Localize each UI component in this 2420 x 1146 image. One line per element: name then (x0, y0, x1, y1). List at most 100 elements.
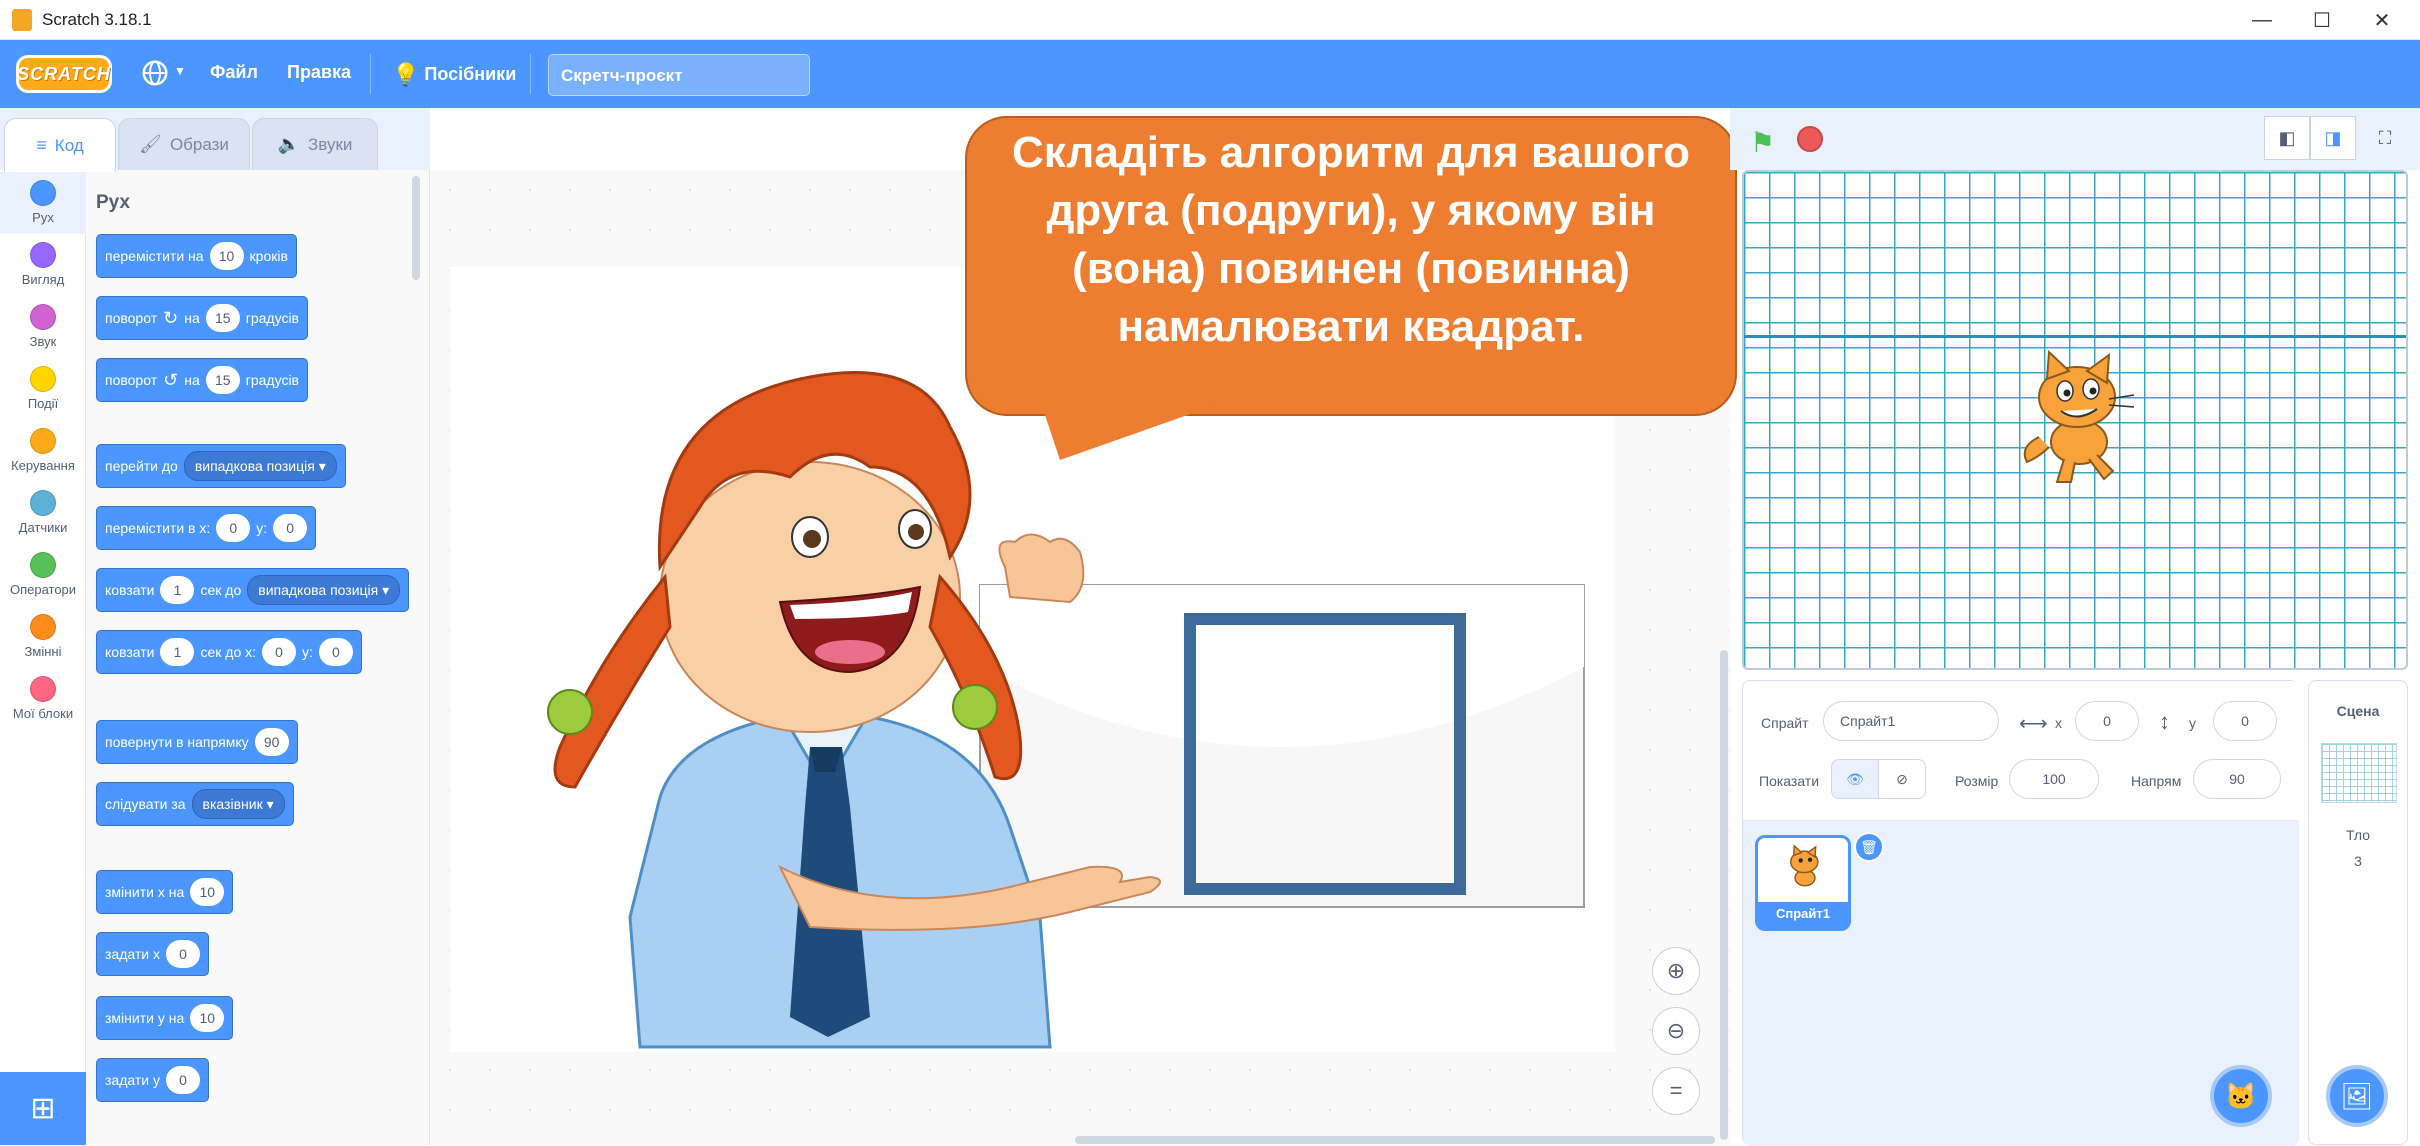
block-glide[interactable]: ковзати 1 сек до випадкова позиція ▾ (96, 568, 410, 612)
block-move-steps[interactable]: перемістити на 10 кроків (96, 234, 297, 278)
block-point-direction[interactable]: повернути в напрямку 90 (96, 720, 298, 764)
block-go-to[interactable]: перейти до випадкова позиція ▾ (96, 444, 346, 488)
block-input[interactable]: 10 (190, 878, 225, 906)
block-input[interactable]: 0 (262, 638, 297, 666)
category-events[interactable]: Події (0, 358, 86, 420)
size-label: Розмір (1955, 773, 1999, 789)
block-text: перемістити в x: (105, 520, 211, 536)
block-text: y: (302, 644, 313, 660)
language-menu[interactable]: ▼ (140, 58, 186, 93)
block-set-y[interactable]: задати у 0 (96, 1058, 209, 1102)
add-extension-button[interactable]: ⊞ (0, 1072, 86, 1145)
block-input[interactable]: 1 (160, 576, 195, 604)
category-motion[interactable]: Рух (0, 172, 86, 234)
block-glide-xy[interactable]: ковзати 1 сек до x: 0 y: 0 (96, 630, 362, 674)
delete-sprite-button[interactable]: 🗑 (1854, 832, 1884, 862)
block-input[interactable]: 1 (160, 638, 195, 666)
tab-sounds[interactable]: 🔈 Звуки (252, 118, 378, 170)
category-label: Оператори (9, 582, 77, 597)
normal-stage-button[interactable]: ◨ (2310, 116, 2356, 160)
block-text: поворот (105, 310, 158, 326)
workspace-vertical-scrollbar[interactable] (1720, 650, 1728, 1140)
block-input[interactable]: 10 (209, 242, 244, 270)
block-text: задати х (105, 946, 160, 962)
zoom-out-button[interactable]: ⊖ (1652, 1007, 1700, 1055)
block-point-towards[interactable]: слідувати за вказівник ▾ (96, 782, 294, 826)
block-input[interactable]: 15 (205, 304, 240, 332)
fullscreen-button[interactable]: ⛶ (2362, 116, 2408, 160)
zoom-reset-button[interactable]: = (1652, 1067, 1700, 1115)
category-my-blocks[interactable]: Мої блоки (0, 668, 86, 730)
sprite-thumbnail[interactable]: Спрайт1 🗑 (1755, 832, 1884, 931)
green-flag-icon[interactable]: ⚑ (1750, 126, 1775, 159)
grid-axis-line (1744, 335, 2406, 338)
minimize-button[interactable]: — (2234, 6, 2290, 34)
category-looks[interactable]: Вигляд (0, 234, 86, 296)
x-input[interactable]: 0 (2075, 701, 2139, 741)
maximize-button[interactable]: ☐ (2294, 6, 2350, 34)
block-dropdown[interactable]: вказівник ▾ (191, 789, 285, 819)
category-color-dot (30, 304, 56, 330)
tab-code-label: Код (54, 135, 84, 155)
block-text: y: (256, 520, 268, 536)
scratch-app-icon (12, 9, 32, 31)
y-input[interactable]: 0 (2213, 701, 2277, 741)
show-hidden-button[interactable]: ⊘ (1878, 759, 1926, 799)
block-input[interactable]: 0 (216, 514, 251, 542)
category-operators[interactable]: Оператори (0, 544, 86, 606)
block-go-to-xy[interactable]: перемістити в x: 0 y: 0 (96, 506, 317, 550)
block-text: змінити х на (105, 884, 185, 900)
palette-scrollbar[interactable] (412, 176, 420, 280)
small-stage-button[interactable]: ◧ (2264, 116, 2310, 160)
block-change-x[interactable]: змінити х на 10 (96, 870, 234, 914)
block-text: задати у (105, 1072, 160, 1088)
block-input[interactable]: 0 (165, 940, 200, 968)
direction-input[interactable]: 90 (2193, 759, 2281, 799)
file-menu[interactable]: Файл (210, 62, 258, 83)
menu-divider (370, 54, 371, 94)
block-dropdown[interactable]: випадкова позиція ▾ (183, 451, 337, 481)
block-input[interactable]: 0 (273, 514, 308, 542)
block-input[interactable]: 90 (254, 728, 289, 756)
block-turn-left[interactable]: поворот ↺ на 15 градусів (96, 358, 308, 402)
category-color-dot (30, 490, 56, 516)
block-dropdown[interactable]: випадкова позиція ▾ (247, 575, 401, 605)
sprite-name-input[interactable]: Спрайт1 (1823, 701, 1999, 741)
edit-menu[interactable]: Правка (287, 62, 351, 83)
block-text: змінити у на (105, 1010, 185, 1026)
project-title-input[interactable]: Скретч-проєкт (548, 54, 810, 96)
block-input[interactable]: 0 (318, 638, 353, 666)
tab-costumes[interactable]: 🖌 Образи (118, 118, 250, 170)
block-text: поворот (105, 372, 158, 388)
add-extension-icon: ⊞ (30, 1092, 56, 1125)
block-input[interactable]: 15 (205, 366, 240, 394)
category-menu: Рух Вигляд Звук Події Керування Датчики … (0, 170, 86, 1145)
stage-canvas[interactable] (1742, 170, 2408, 670)
block-input[interactable]: 10 (190, 1004, 225, 1032)
block-input[interactable]: 0 (165, 1066, 200, 1094)
block-change-y[interactable]: змінити у на 10 (96, 996, 234, 1040)
choose-backdrop-button[interactable]: 🖼 (2326, 1065, 2388, 1127)
category-sound[interactable]: Звук (0, 296, 86, 358)
block-turn-right[interactable]: поворот ↻ на 15 градусів (96, 296, 308, 340)
scratch-logo[interactable]: SCRATCH (16, 55, 112, 93)
tab-code[interactable]: ≡ Код (4, 118, 116, 172)
choose-sprite-button[interactable]: 🐱 (2210, 1065, 2272, 1127)
category-control[interactable]: Керування (0, 420, 86, 482)
stop-icon[interactable] (1797, 126, 1823, 152)
category-variables[interactable]: Змінні (0, 606, 86, 668)
block-set-x[interactable]: задати х 0 (96, 932, 209, 976)
show-visible-button[interactable]: 👁 (1831, 759, 1879, 799)
backdrops-count: 3 (2354, 853, 2362, 869)
workspace-horizontal-scrollbar[interactable] (1075, 1136, 1715, 1144)
close-button[interactable]: ✕ (2354, 6, 2410, 34)
tutorials-menu[interactable]: 💡 Посібники (392, 62, 516, 88)
zoom-in-button[interactable]: ⊕ (1652, 947, 1700, 995)
category-color-dot (30, 366, 56, 392)
sprite-name-label: Спрайт (1761, 715, 1809, 731)
code-icon: ≡ (36, 135, 47, 155)
cat-sprite[interactable] (2009, 347, 2149, 487)
size-input[interactable]: 100 (2009, 759, 2099, 799)
category-sensing[interactable]: Датчики (0, 482, 86, 544)
dropdown-value: випадкова позиція (258, 582, 379, 598)
